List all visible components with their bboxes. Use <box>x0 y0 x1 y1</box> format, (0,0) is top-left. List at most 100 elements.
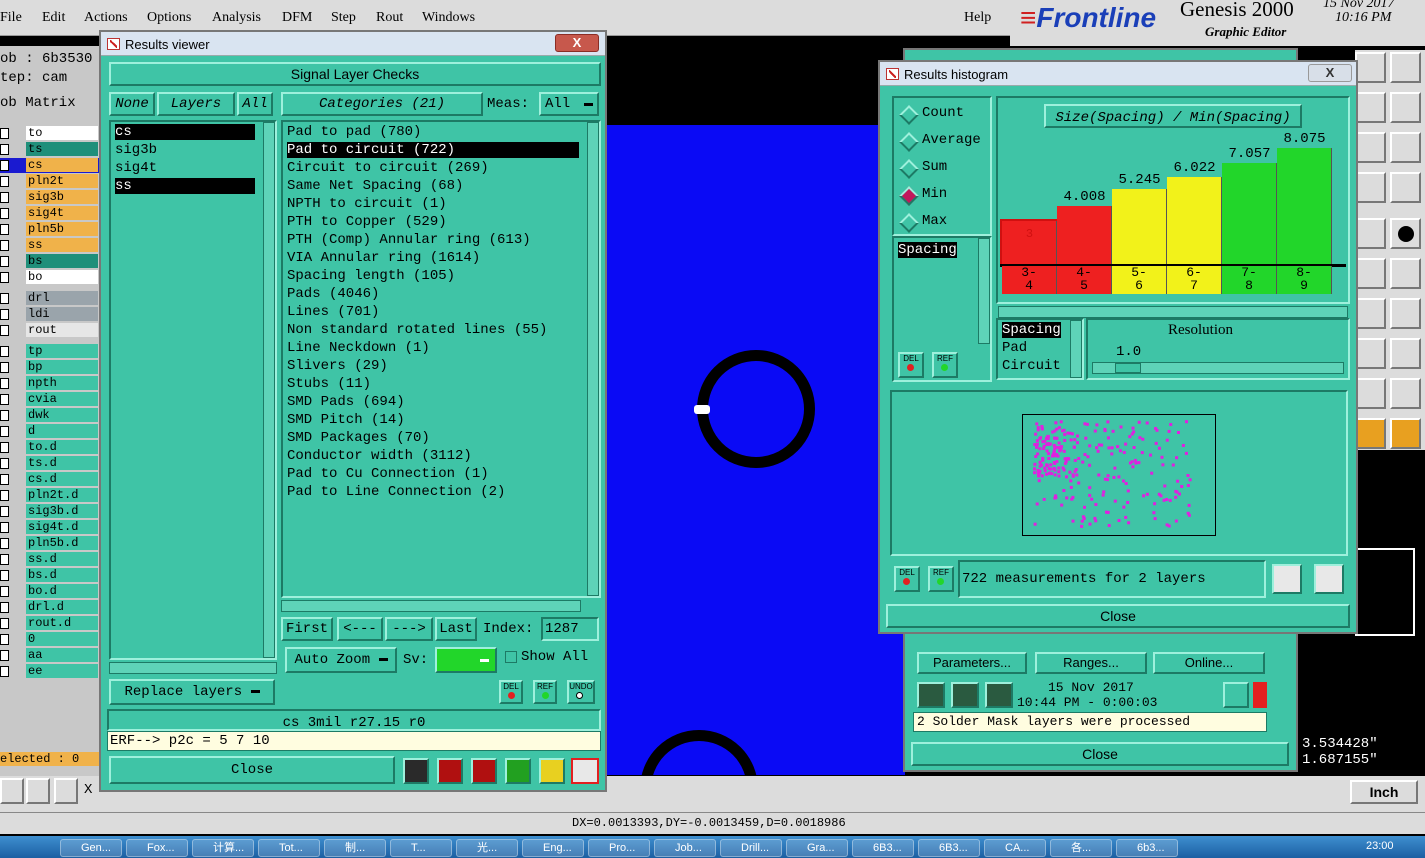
auto-zoom-select[interactable]: Auto Zoom <box>285 647 397 673</box>
run-icon[interactable] <box>917 682 945 708</box>
tool-shapes-icon[interactable] <box>1390 338 1421 369</box>
bin-label[interactable]: 7- 8 <box>1222 266 1277 294</box>
category-scrollbar[interactable] <box>587 122 599 596</box>
param-item[interactable]: Spacing <box>1002 322 1061 338</box>
layer-checkbox[interactable] <box>0 442 9 453</box>
menu-help[interactable]: Help <box>964 10 991 26</box>
online-button[interactable]: Online... <box>1153 652 1265 674</box>
layer-row[interactable]: ss.d <box>0 552 100 567</box>
hist-del2-button[interactable]: DEL <box>894 566 920 592</box>
layer-row[interactable]: cs <box>0 158 100 173</box>
layer-checkbox[interactable] <box>0 176 9 187</box>
layer-row[interactable]: bs <box>0 254 100 269</box>
taskbar-item[interactable]: 6B3... <box>852 839 914 857</box>
layer-checkbox[interactable] <box>0 224 9 235</box>
layer-checkbox[interactable] <box>0 538 9 549</box>
tool-s-icon[interactable] <box>1390 92 1421 123</box>
tool-arc-icon[interactable] <box>1355 378 1386 409</box>
tool-num-icon[interactable] <box>1355 132 1386 163</box>
zoom-icon[interactable] <box>1223 682 1249 708</box>
layer-checkbox[interactable] <box>0 192 9 203</box>
histogram-icon[interactable] <box>571 758 599 784</box>
mode-radio[interactable] <box>899 105 919 125</box>
parameters-button[interactable]: Parameters... <box>917 652 1027 674</box>
category-item[interactable]: Pad to Line Connection (2) <box>287 484 505 500</box>
taskbar-item[interactable]: T... <box>390 839 452 857</box>
layer-row[interactable]: cs.d <box>0 472 100 487</box>
tool-pointer-icon[interactable] <box>1355 418 1386 449</box>
bin-label[interactable]: 4- 5 <box>1057 266 1112 294</box>
layer-list-item[interactable]: sig4t <box>115 160 157 176</box>
category-item[interactable]: Pad to Cu Connection (1) <box>287 466 489 482</box>
layer-row[interactable]: cvia <box>0 392 100 407</box>
mode-radio[interactable] <box>899 213 919 233</box>
tool-grid2-icon[interactable] <box>1390 52 1421 83</box>
layer-list-item[interactable]: ss <box>115 178 255 194</box>
tool-circle-icon[interactable] <box>1355 298 1386 329</box>
histogram-bar[interactable] <box>1112 189 1167 264</box>
none-button[interactable]: None <box>109 92 155 116</box>
category-item[interactable]: Pads (4046) <box>287 286 379 302</box>
menu-step[interactable]: Step <box>331 10 356 26</box>
param-item[interactable]: Circuit <box>1002 358 1061 374</box>
layer-list-item[interactable]: sig3b <box>115 142 157 158</box>
mode-radio[interactable] <box>899 186 919 206</box>
index-input[interactable]: 1287 <box>541 617 599 641</box>
category-hscroll[interactable] <box>281 600 581 612</box>
taskbar-item[interactable]: Job... <box>654 839 716 857</box>
category-item[interactable]: Same Net Spacing (68) <box>287 178 463 194</box>
layer-row[interactable]: npth <box>0 376 100 391</box>
mode-radio[interactable] <box>899 159 919 179</box>
layer-row[interactable]: to <box>0 126 100 141</box>
bin-label[interactable]: 8- 9 <box>1277 266 1332 294</box>
histogram-close-button[interactable]: Close <box>886 604 1350 628</box>
taskbar-item[interactable]: Drill... <box>720 839 782 857</box>
layer-checkbox[interactable] <box>0 208 9 219</box>
tool-rect-icon[interactable] <box>1355 92 1386 123</box>
tool-diag-icon[interactable] <box>1355 258 1386 289</box>
all-button[interactable]: All <box>237 92 273 116</box>
checklist-close-button[interactable]: Close <box>911 742 1289 766</box>
tool-diag2-icon[interactable] <box>1390 258 1421 289</box>
chart-hscroll[interactable] <box>998 306 1348 318</box>
layer-row[interactable]: bs.d <box>0 568 100 583</box>
next-button[interactable]: ---> <box>385 617 433 641</box>
layer-row[interactable]: sig3b.d <box>0 504 100 519</box>
histogram-bar[interactable] <box>1167 177 1222 264</box>
mode-radio[interactable] <box>899 132 919 152</box>
layer-row[interactable]: sig4t.d <box>0 520 100 535</box>
histogram-bar[interactable] <box>1222 163 1277 264</box>
histogram-bar[interactable] <box>1277 148 1332 264</box>
taskbar-item[interactable]: Pro... <box>588 839 650 857</box>
layer-row[interactable]: ss <box>0 238 100 253</box>
layer-hscroll[interactable] <box>109 662 277 674</box>
bin-label[interactable]: 3- 4 <box>1002 266 1057 294</box>
layer-row[interactable]: to.d <box>0 440 100 455</box>
resolution-slider[interactable] <box>1092 362 1344 374</box>
taskbar-item[interactable]: 制... <box>324 839 386 857</box>
layer-checkbox[interactable] <box>0 586 9 597</box>
report-icon[interactable] <box>437 758 463 784</box>
bin-label[interactable]: 5- 6 <box>1112 266 1167 294</box>
layer-row[interactable]: bp <box>0 360 100 375</box>
category-item[interactable]: Circuit to circuit (269) <box>287 160 489 176</box>
menu-file[interactable]: File <box>0 10 22 26</box>
layer-row[interactable]: d <box>0 424 100 439</box>
tool-pads-icon[interactable] <box>1390 172 1421 203</box>
tool-question-icon[interactable] <box>1390 132 1421 163</box>
results-close-button[interactable]: Close <box>109 756 395 784</box>
close-icon[interactable]: X <box>555 34 599 52</box>
layer-row[interactable]: rout.d <box>0 616 100 631</box>
category-item[interactable]: Stubs (11) <box>287 376 371 392</box>
first-button[interactable]: First <box>281 617 333 641</box>
layer-row[interactable]: drl.d <box>0 600 100 615</box>
category-item[interactable]: NPTH to circuit (1) <box>287 196 447 212</box>
tool-ruler-icon[interactable] <box>1355 218 1386 249</box>
histogram-bar[interactable] <box>1057 206 1112 264</box>
taskbar-item[interactable]: Eng... <box>522 839 584 857</box>
bin-label[interactable]: 6- 7 <box>1167 266 1222 294</box>
sv-color-select[interactable] <box>435 647 497 673</box>
stat-scrollbar[interactable] <box>978 238 990 344</box>
category-item[interactable]: Lines (701) <box>287 304 379 320</box>
taskbar-item[interactable]: 各... <box>1050 839 1112 857</box>
